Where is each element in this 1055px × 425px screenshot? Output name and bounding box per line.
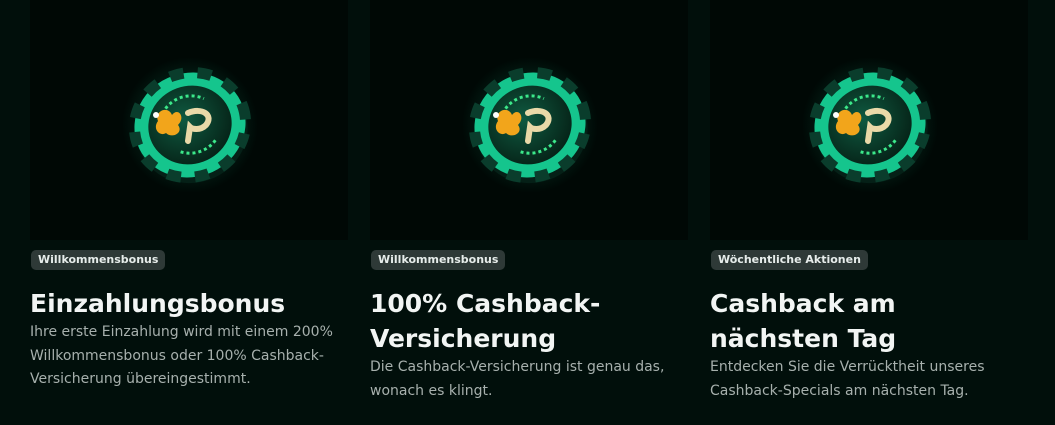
promotion-title[interactable]: 100% Cashback-Versicherung: [370, 286, 688, 356]
casino-chip-icon: [802, 57, 938, 193]
promotion-thumbnail[interactable]: [30, 0, 348, 240]
promotion-description: Entdecken Sie die Verrücktheit unseres C…: [710, 359, 985, 399]
promotion-card-cashback-versicherung[interactable]: Willkommensbonus 100% Cashback-Versicher…: [370, 0, 688, 425]
promotion-title[interactable]: Cashback am nächsten Tag: [710, 286, 1028, 356]
promotions-row: Willkommensbonus Einzahlungsbonus Ihre e…: [0, 0, 1055, 425]
promotion-thumbnail[interactable]: [370, 0, 688, 240]
casino-chip-icon: [462, 57, 598, 193]
category-badge: Wöchentliche Aktionen: [711, 250, 868, 270]
category-badge: Willkommensbonus: [371, 250, 506, 270]
promotion-text: Einzahlungsbonus Ihre erste Einzahlung w…: [30, 286, 348, 392]
promotion-card-einzahlungsbonus[interactable]: Willkommensbonus Einzahlungsbonus Ihre e…: [30, 0, 348, 425]
promotion-text: 100% Cashback-Versicherung Die Cashback-…: [370, 286, 688, 403]
promotion-title[interactable]: Einzahlungsbonus: [30, 286, 348, 321]
promotion-thumbnail[interactable]: [710, 0, 1028, 240]
casino-chip-icon: [122, 57, 258, 193]
promotion-text: Cashback am nächsten Tag Entdecken Sie d…: [710, 286, 1028, 403]
promotion-description: Ihre erste Einzahlung wird mit einem 200…: [30, 324, 333, 387]
promotion-card-cashback-naechster-tag[interactable]: Wöchentliche Aktionen Cashback am nächst…: [710, 0, 1028, 425]
promotion-description: Die Cashback-Versicherung ist genau das,…: [370, 359, 665, 399]
category-badge: Willkommensbonus: [31, 250, 166, 270]
